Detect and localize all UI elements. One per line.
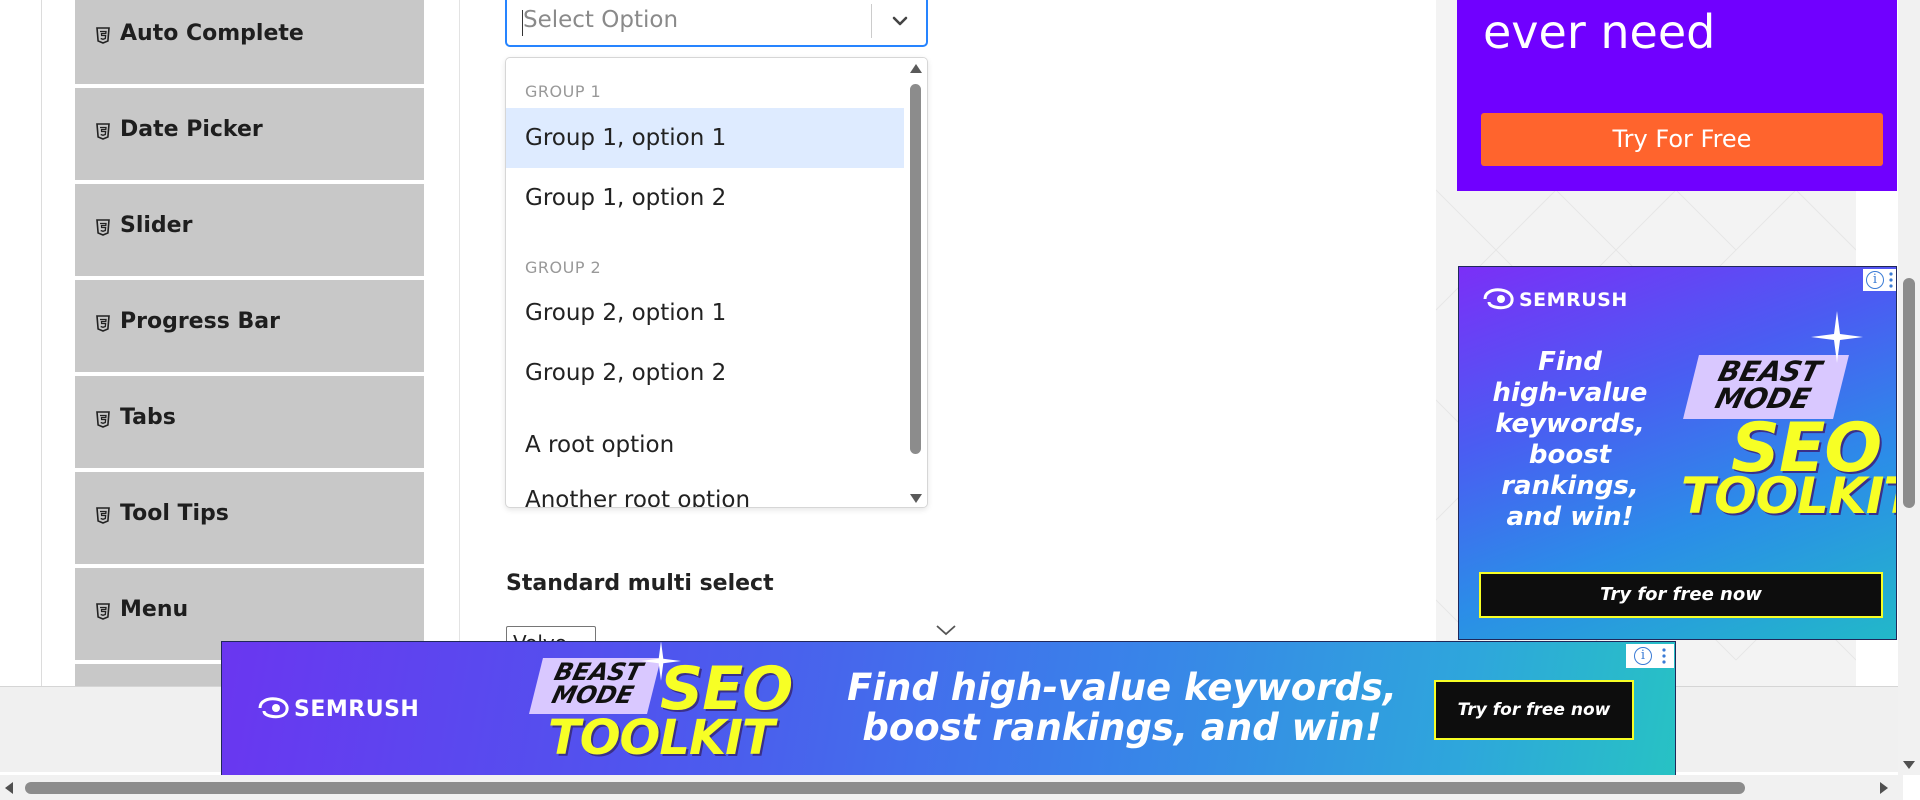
page-vertical-scrollbar[interactable]: [1898, 0, 1920, 775]
semrush-wordmark: SEMRUSH: [294, 697, 420, 722]
ad-copy-line: rankings,: [1501, 471, 1639, 501]
menu-scrollbar[interactable]: [905, 58, 927, 507]
chevron-down-icon[interactable]: [935, 623, 957, 637]
ad-banner-top[interactable]: ever need Try For Free: [1457, 0, 1897, 191]
sidebar-item-label: Progress Bar: [120, 308, 280, 334]
ad-copy-line: keywords,: [1495, 409, 1645, 439]
toolkit-title: TOOLKIT: [548, 710, 775, 766]
page-horizontal-scrollbar[interactable]: [0, 775, 1903, 800]
more-options-icon[interactable]: [1889, 271, 1893, 289]
scroll-left-arrow-icon[interactable]: [5, 782, 13, 794]
html5-icon: [96, 602, 110, 620]
select-option[interactable]: A root option: [506, 415, 904, 475]
select-option[interactable]: Group 2, option 2: [506, 343, 904, 403]
html5-icon: [96, 506, 110, 524]
page: Auto Complete Date Picker Slider Progres…: [0, 0, 1920, 800]
semrush-wordmark: SEMRUSH: [1519, 289, 1628, 311]
sidebar-item-label: Menu: [120, 596, 189, 622]
sidebar-item-auto-complete[interactable]: Auto Complete: [75, 0, 424, 86]
sidebar: Auto Complete Date Picker Slider Progres…: [75, 0, 424, 694]
adchoices-badge[interactable]: i: [1626, 644, 1674, 668]
horizontal-scroll-thumb[interactable]: [25, 782, 1745, 794]
scroll-down-arrow-icon[interactable]: [910, 494, 922, 503]
info-icon[interactable]: i: [1866, 271, 1884, 289]
select-menu: GROUP 1 Group 1, option 1 Group 1, optio…: [505, 57, 928, 508]
scroll-down-arrow-icon[interactable]: [1903, 761, 1915, 769]
semrush-logo-icon: [1483, 288, 1514, 310]
select-option[interactable]: Group 1, option 2: [506, 168, 904, 228]
ad-copy: Find high-value keywords, boost rankings…: [1475, 347, 1665, 533]
sidebar-item-label: Auto Complete: [120, 20, 304, 46]
ad-copy-line: Find: [1538, 347, 1602, 377]
semrush-logo-icon: [258, 697, 289, 719]
option-select[interactable]: Select Option: [505, 0, 928, 47]
more-options-icon[interactable]: [1662, 647, 1666, 665]
sidebar-item-label: Slider: [120, 212, 193, 238]
ad-semrush-bottom[interactable]: i SEMRUSH BEAST MODE SEO TOOLKIT Find hi…: [221, 641, 1676, 776]
try-for-free-button[interactable]: Try For Free: [1481, 113, 1883, 166]
ad-copy-line: boost rankings, and win!: [862, 706, 1382, 749]
sidebar-item-label: Date Picker: [120, 116, 263, 142]
content-divider: [459, 0, 460, 686]
html5-icon: [96, 410, 110, 428]
group-heading: GROUP 1: [525, 82, 602, 101]
html5-icon: [96, 122, 110, 140]
scroll-up-arrow-icon[interactable]: [910, 64, 922, 73]
ad-copy-line: and win!: [1506, 502, 1634, 532]
vertical-scroll-thumb[interactable]: [1903, 278, 1915, 508]
group-heading: GROUP 2: [525, 258, 602, 277]
sidebar-item-slider[interactable]: Slider: [75, 184, 424, 278]
sidebar-item-tool-tips[interactable]: Tool Tips: [75, 472, 424, 566]
left-gutter: [0, 0, 42, 686]
sidebar-item-label: Tabs: [120, 404, 176, 430]
sparkle-icon: [1811, 311, 1863, 363]
sidebar-item-tabs[interactable]: Tabs: [75, 376, 424, 470]
scroll-right-arrow-icon[interactable]: [1880, 782, 1888, 794]
indicator-separator: [871, 4, 872, 38]
try-for-free-now-button[interactable]: Try for free now: [1479, 572, 1883, 618]
sidebar-item-label: Tool Tips: [120, 500, 229, 526]
adchoices-badge[interactable]: i: [1863, 269, 1896, 291]
select-menu-list: GROUP 1 Group 1, option 1 Group 1, optio…: [506, 58, 904, 507]
select-option[interactable]: Another root option: [506, 470, 904, 507]
ad-copy-line: boost: [1528, 440, 1612, 470]
menu-scroll-thumb[interactable]: [910, 84, 921, 454]
ad-copy-line: Find high-value keywords,: [847, 666, 1397, 709]
toolkit-title: TOOLKIT: [1681, 467, 1897, 525]
select-placeholder: Select Option: [523, 7, 679, 33]
info-icon[interactable]: i: [1634, 647, 1652, 665]
sidebar-item-progress-bar[interactable]: Progress Bar: [75, 280, 424, 374]
ad-headline: ever need: [1483, 5, 1716, 59]
multi-select-label: Standard multi select: [506, 571, 774, 596]
badge-line: MODE: [549, 680, 637, 709]
ad-semrush-sidebar[interactable]: i SEMRUSH Find high-value keywords, boos…: [1458, 266, 1897, 640]
try-for-free-now-button[interactable]: Try for free now: [1434, 680, 1634, 740]
ad-copy-line: high-value: [1492, 378, 1648, 408]
html5-icon: [96, 218, 110, 236]
ad-copy: Find high-value keywords, boost rankings…: [842, 668, 1402, 748]
html5-icon: [96, 314, 110, 332]
html5-icon: [96, 26, 110, 44]
select-option[interactable]: Group 2, option 1: [506, 283, 904, 343]
sidebar-item-date-picker[interactable]: Date Picker: [75, 88, 424, 182]
select-option[interactable]: Group 1, option 1: [506, 108, 904, 168]
chevron-down-icon[interactable]: [887, 8, 913, 34]
